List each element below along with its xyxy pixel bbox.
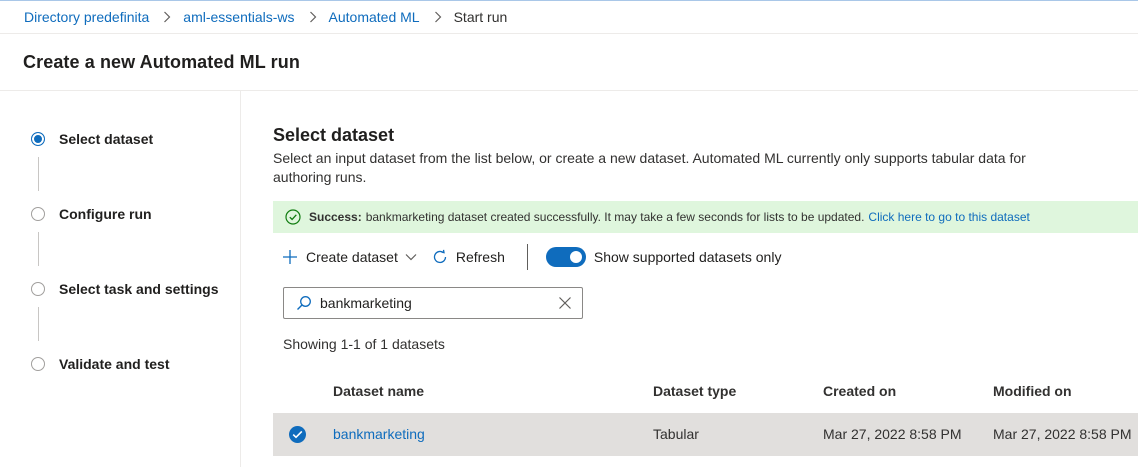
section-title: Select dataset xyxy=(273,125,395,145)
step-select-task[interactable]: Select task and settings xyxy=(31,281,219,297)
page-header: Create a new Automated ML run xyxy=(0,35,1138,91)
toolbar-divider xyxy=(526,244,528,270)
refresh-label: Refresh xyxy=(455,249,505,265)
step-validate-test[interactable]: Validate and test xyxy=(31,356,169,372)
create-dataset-button[interactable]: Create dataset xyxy=(281,248,417,266)
page-title: Create a new Automated ML run xyxy=(23,52,300,72)
step-label: Select dataset xyxy=(59,131,154,147)
table-header: Dataset name Dataset type Created on Mod… xyxy=(273,371,1138,411)
chevron-right-icon xyxy=(434,11,442,23)
success-check-icon xyxy=(285,209,301,225)
step-connector xyxy=(38,307,39,341)
column-header-created-on[interactable]: Created on xyxy=(823,383,896,399)
search-icon xyxy=(296,295,312,311)
step-connector xyxy=(38,157,39,191)
dataset-name-link[interactable]: bankmarketing xyxy=(333,426,425,442)
search-input[interactable]: bankmarketing xyxy=(320,295,558,311)
step-indicator xyxy=(31,282,45,296)
chevron-right-icon xyxy=(309,11,317,23)
wizard-steps: Select dataset Configure run Select task… xyxy=(0,91,241,467)
create-dataset-label: Create dataset xyxy=(306,249,398,265)
row-selected-check-icon[interactable] xyxy=(289,426,306,443)
created-on-cell: Mar 27, 2022 8:58 PM xyxy=(823,426,962,442)
step-label: Select task and settings xyxy=(59,281,219,297)
supported-datasets-toggle[interactable] xyxy=(545,247,586,267)
step-configure-run[interactable]: Configure run xyxy=(31,206,152,222)
breadcrumb-current: Start run xyxy=(453,8,508,25)
column-header-dataset-name[interactable]: Dataset name xyxy=(333,383,424,399)
plus-icon xyxy=(281,248,299,266)
column-header-modified-on[interactable]: Modified on xyxy=(993,383,1072,399)
results-count: Showing 1-1 of 1 datasets xyxy=(283,336,445,352)
step-label: Configure run xyxy=(59,206,152,222)
step-label: Validate and test xyxy=(59,356,170,372)
success-banner: Success: bankmarketing dataset created s… xyxy=(273,201,1138,233)
column-header-dataset-type[interactable]: Dataset type xyxy=(653,383,736,399)
go-to-dataset-link[interactable]: Click here to go to this dataset xyxy=(868,210,1029,224)
toolbar: Create dataset Refresh Show supported da… xyxy=(281,243,781,271)
step-connector xyxy=(38,232,39,266)
clear-search-icon[interactable] xyxy=(558,296,572,310)
toggle-knob xyxy=(569,251,582,263)
main-content: Select dataset Select an input dataset f… xyxy=(241,91,1138,467)
search-box[interactable]: bankmarketing xyxy=(283,287,583,319)
breadcrumb-workspace[interactable]: aml-essentials-ws xyxy=(183,9,294,25)
table-row[interactable]: bankmarketing Tabular Mar 27, 2022 8:58 … xyxy=(273,413,1138,456)
breadcrumb-automated-ml[interactable]: Automated ML xyxy=(329,9,420,25)
refresh-icon xyxy=(431,248,449,266)
banner-prefix: Success: xyxy=(309,210,362,224)
toggle-label: Show supported datasets only xyxy=(593,249,782,265)
modified-on-cell: Mar 27, 2022 8:58 PM xyxy=(993,426,1132,442)
breadcrumb: Directory predefinita aml-essentials-ws … xyxy=(0,0,1138,34)
chevron-down-icon xyxy=(405,253,417,261)
step-indicator xyxy=(31,357,45,371)
step-active-indicator xyxy=(31,132,45,146)
refresh-button[interactable]: Refresh xyxy=(431,248,505,266)
step-indicator xyxy=(31,207,45,221)
dataset-type-cell: Tabular xyxy=(653,426,699,442)
banner-message: bankmarketing dataset created successful… xyxy=(365,210,865,224)
step-select-dataset[interactable]: Select dataset xyxy=(31,131,153,147)
chevron-right-icon xyxy=(163,11,171,23)
section-description: Select an input dataset from the list be… xyxy=(273,150,1026,185)
breadcrumb-directory[interactable]: Directory predefinita xyxy=(24,9,149,25)
